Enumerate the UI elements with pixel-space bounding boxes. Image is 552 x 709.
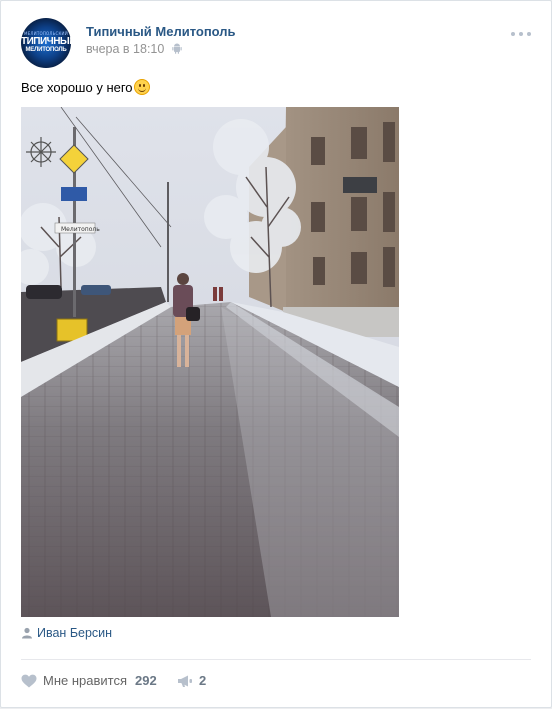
avatar-line2: МЕЛИТОПОЛЬ <box>25 47 67 53</box>
post-card: МЕЛИТОПОЛЬСКИЙ ТИПИЧНЫЙ МЕЛИТОПОЛЬ Типич… <box>0 0 552 708</box>
heart-icon <box>21 674 37 687</box>
post-signer[interactable]: Иван Берсин <box>21 626 112 640</box>
post-time[interactable]: вчера в 18:10 <box>86 42 164 56</box>
post-text: Все хорошо у него <box>21 79 150 95</box>
road-sign-text: Мелитополь <box>61 226 100 233</box>
group-avatar[interactable]: МЕЛИТОПОЛЬСКИЙ ТИПИЧНЫЙ МЕЛИТОПОЛЬ <box>21 18 71 68</box>
android-icon <box>172 43 182 57</box>
signer-name: Иван Берсин <box>37 626 113 640</box>
post-author-link[interactable]: Типичный Мелитополь <box>86 24 236 39</box>
actions-divider <box>21 659 531 660</box>
share-button[interactable]: 2 <box>177 673 206 688</box>
like-button[interactable]: Мне нравится 292 <box>21 673 157 688</box>
street-scene-image: Мелитополь <box>21 107 399 617</box>
post-text-content: Все хорошо у него <box>21 80 133 95</box>
like-count: 292 <box>135 673 157 688</box>
like-label: Мне нравится <box>43 673 128 688</box>
share-count: 2 <box>199 673 207 688</box>
post-meta: вчера в 18:10 <box>86 42 182 57</box>
smiling-face-emoji <box>133 79 150 95</box>
post-photo[interactable]: Мелитополь <box>21 107 399 617</box>
avatar-line1: ТИПИЧНЫЙ <box>21 36 71 47</box>
more-dots-icon[interactable] <box>511 30 531 38</box>
megaphone-share-icon <box>178 675 192 687</box>
user-icon <box>22 627 32 639</box>
